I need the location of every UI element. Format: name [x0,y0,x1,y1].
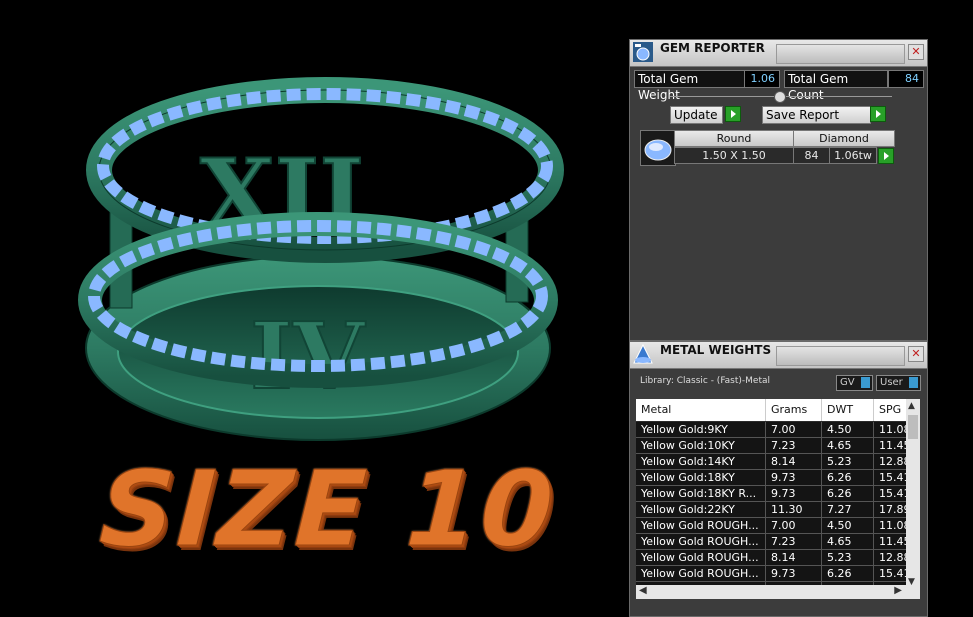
table-row[interactable]: Yellow Gold:9KY 7.00 4.50 11.08 [636,422,918,438]
cell-grams: 9.73 [766,486,822,502]
cell-dwt: 6.26 [822,486,874,502]
cell-metal: Yellow Gold:9KY [636,422,766,438]
cell-metal: Yellow Gold ROUGH... [636,566,766,582]
cell-grams: 8.14 [766,550,822,566]
cell-metal: Yellow Gold:18KY [636,470,766,486]
cell-grams: 9.73 [766,566,822,582]
table-row[interactable]: Yellow Gold ROUGH... 7.00 4.50 11.08 [636,518,918,534]
vertical-scrollbar[interactable]: ▲ ▼ [906,399,920,589]
user-toggle-knob [909,377,918,388]
splitter-handle[interactable] [774,91,786,103]
cell-dwt: 7.27 [822,502,874,518]
metal-weights-title: METAL WEIGHTS [660,343,772,357]
cell-dwt: 5.23 [822,454,874,470]
close-icon[interactable]: ✕ [908,346,924,362]
table-row[interactable]: Yellow Gold:14KY 8.14 5.23 12.88 [636,454,918,470]
cell-grams: 9.73 [766,470,822,486]
title-bar-fill [776,346,905,366]
metal-weights-titlebar[interactable]: METAL WEIGHTS ✕ [630,342,927,369]
gem-weight-cell: 1.06tw [829,147,877,164]
cell-metal: Yellow Gold:18KY R... [636,486,766,502]
svg-text:IV: IV [250,302,366,410]
cell-grams: 7.23 [766,438,822,454]
cell-grams: 7.00 [766,518,822,534]
cell-dwt: 6.26 [822,566,874,582]
gv-toggle-label: GV [840,377,855,388]
scroll-up-icon[interactable]: ▲ [908,401,915,411]
scroll-right-icon[interactable]: ▶ [894,585,902,596]
cell-metal: Yellow Gold:22KY [636,502,766,518]
gem-reporter-titlebar[interactable]: GEM REPORTER ✕ [630,40,927,67]
round-diamond-icon [640,130,676,166]
table-row[interactable]: Yellow Gold ROUGH...9.736.2615.41 [636,566,918,582]
cell-dwt: 4.65 [822,438,874,454]
total-gem-weight-label: Total Gem Weight [634,70,746,102]
update-button[interactable]: Update [670,106,723,124]
cell-grams: 11.30 [766,502,822,518]
metal-weights-icon [633,343,653,364]
cell-dwt: 4.50 [822,518,874,534]
table-row[interactable]: Yellow Gold:18KY R... 9.73 6.26 15.41 [636,486,918,502]
gem-shape-cell: Round [674,130,794,147]
total-gem-weight-value: 1.06 [744,70,780,88]
update-play-icon[interactable] [725,106,741,122]
total-gem-count-value: 84 [888,70,924,88]
gem-reporter-icon [633,42,653,62]
total-gem-count-label: Total Gem Count [784,70,888,102]
save-report-play-icon[interactable] [870,106,886,122]
table-header: Metal Grams DWT SPG [636,399,918,421]
cell-metal: Yellow Gold ROUGH... [636,534,766,550]
column-header-metal[interactable]: Metal [636,399,766,421]
table-row[interactable]: Yellow Gold:10KY 7.23 4.65 11.45 [636,438,918,454]
close-icon[interactable]: ✕ [908,44,924,60]
table-row[interactable]: Yellow Gold:22KY 11.30 7.27 17.89 [636,502,918,518]
library-label: Library: Classic - (Fast)-Metal [640,376,771,386]
gv-toggle[interactable]: GV [836,375,873,391]
table-row[interactable]: Yellow Gold ROUGH... 7.23 4.65 11.45 [636,534,918,550]
3d-viewport[interactable]: IV XII SIZE 10 [0,0,628,617]
gv-toggle-knob [861,377,870,388]
cell-metal: Yellow Gold:10KY [636,438,766,454]
gem-reporter-title: GEM REPORTER [660,41,765,55]
gem-reporter-panel: GEM REPORTER ✕ Total Gem Weight 1.06 Tot… [629,39,928,341]
save-report-button[interactable]: Save Report [762,106,871,124]
user-toggle[interactable]: User [876,375,921,391]
cell-metal: Yellow Gold ROUGH... [636,518,766,534]
title-bar-fill [776,44,905,64]
gem-row-play-icon[interactable] [878,148,894,164]
horizontal-scrollbar[interactable]: ◀ ▶ [636,585,920,599]
cell-metal: Yellow Gold ROUGH... [636,550,766,566]
gem-count-cell: 84 [793,147,830,164]
column-header-dwt[interactable]: DWT [822,399,874,421]
cell-grams: 8.14 [766,454,822,470]
table-row[interactable]: Yellow Gold:18KY 9.73 6.26 15.41 [636,470,918,486]
metal-weights-table[interactable]: Metal Grams DWT SPG Yellow Gold:9KY 7.00 4… [636,399,920,599]
table-row[interactable]: Yellow Gold ROUGH... 8.14 5.23 12.88 [636,550,918,566]
cell-dwt: 4.50 [822,422,874,438]
gem-material-cell: Diamond [793,130,895,147]
cell-dwt: 4.65 [822,534,874,550]
column-header-grams[interactable]: Grams [766,399,822,421]
gem-size-cell: 1.50 X 1.50 [674,147,794,164]
metal-weights-panel: METAL WEIGHTS ✕ Library: Classic - (Fast… [629,341,928,617]
cell-dwt: 5.23 [822,550,874,566]
cell-metal: Yellow Gold:14KY [636,454,766,470]
gem-row[interactable]: Round Diamond 1.50 X 1.50 84 1.06tw [640,130,900,166]
user-toggle-label: User [880,377,903,388]
cell-grams: 7.00 [766,422,822,438]
size-label: SIZE 10 [96,448,559,571]
scroll-thumb[interactable] [908,415,918,439]
cell-grams: 7.23 [766,534,822,550]
scroll-left-icon[interactable]: ◀ [639,585,647,596]
cell-dwt: 6.26 [822,470,874,486]
